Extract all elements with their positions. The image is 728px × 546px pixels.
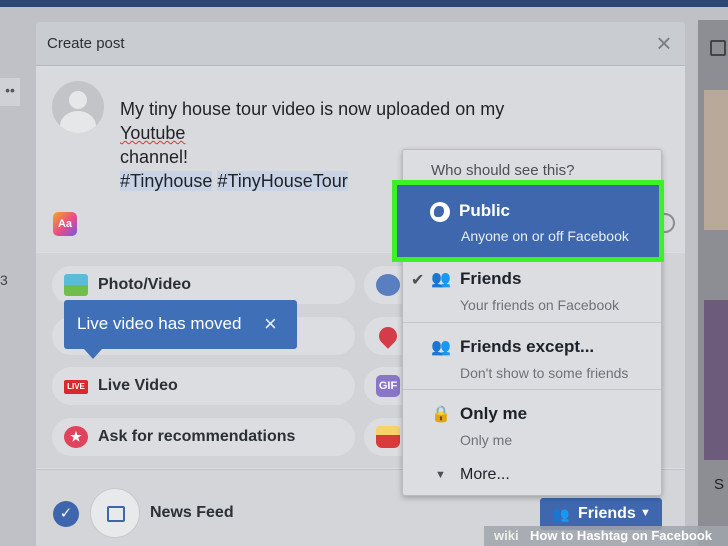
- star-icon: ★: [64, 426, 88, 448]
- tag-friends-icon: [376, 274, 400, 296]
- caret-down-icon: ▼: [435, 469, 446, 481]
- audience-option-friends[interactable]: ✔ 👥 Friends Your friends on Facebook: [403, 254, 661, 322]
- photo-icon: [64, 274, 88, 296]
- facebook-top-bar: [0, 0, 728, 7]
- more-options-button[interactable]: ▼ More...: [403, 456, 661, 496]
- option-name: Public: [459, 201, 511, 220]
- background-photo: [704, 300, 728, 460]
- globe-icon: [430, 202, 450, 222]
- audience-option-friends-except[interactable]: 👥 Friends except... Don't show to some f…: [403, 322, 661, 390]
- live-video-tooltip: Live video has moved ×: [64, 300, 297, 359]
- friends-except-icon: 👥: [431, 339, 451, 356]
- photo-video-button[interactable]: Photo/Video: [52, 266, 355, 304]
- option-description: Your friends on Facebook: [460, 297, 620, 313]
- option-name: Only me: [460, 404, 528, 423]
- caret-down-icon: ▼: [640, 507, 651, 519]
- avatar: [52, 81, 104, 133]
- lock-icon: 🔒: [431, 406, 451, 423]
- photo-video-label: Photo/Video: [98, 276, 192, 293]
- more-label: More...: [460, 466, 510, 483]
- option-description: Don't show to some friends: [460, 365, 629, 381]
- tooltip-arrow: [84, 349, 102, 359]
- misspelled-word: Youtube: [120, 123, 186, 143]
- live-video-button[interactable]: LIVE Live Video: [52, 367, 355, 405]
- option-name: Friends except...: [460, 337, 595, 356]
- option-name: Friends: [460, 269, 522, 288]
- popcorn-icon: [376, 426, 400, 448]
- hashtag: #TinyHouseTour: [217, 171, 348, 191]
- dialog-title: Create post: [47, 35, 125, 52]
- background-right-column: S: [698, 20, 728, 546]
- background-more-icon: ••: [0, 78, 20, 106]
- background-photo: [704, 90, 728, 230]
- gif-icon: GIF: [376, 375, 400, 397]
- post-text-part: My tiny house tour video is now uploaded…: [120, 99, 505, 119]
- dropdown-header: Who should see this?: [431, 162, 575, 179]
- post-text-part: channel!: [120, 147, 189, 167]
- checkmark-icon: ✔: [411, 272, 425, 289]
- live-icon: LIVE: [64, 380, 88, 394]
- watermark-brand: wiki: [494, 528, 519, 543]
- location-pin-icon: [375, 323, 401, 349]
- audience-option-only-me[interactable]: 🔒 Only me Only me: [403, 389, 661, 457]
- news-feed-label: News Feed: [150, 504, 234, 521]
- text-style-icon[interactable]: Aa: [53, 212, 77, 236]
- live-video-label: Live Video: [98, 377, 178, 394]
- option-description: Anyone on or off Facebook: [461, 228, 629, 244]
- audience-label: Friends: [578, 505, 636, 522]
- tooltip-text: Live video has moved: [77, 314, 242, 333]
- close-icon[interactable]: ×: [652, 30, 676, 56]
- ask-recommendations-button[interactable]: ★ Ask for recommendations: [52, 418, 355, 456]
- friends-icon: 👥: [431, 271, 451, 288]
- ask-recommendations-label: Ask for recommendations: [98, 428, 296, 445]
- option-description: Only me: [460, 432, 513, 448]
- watermark-text: How to Hashtag on Facebook: [530, 528, 713, 543]
- background-text: S: [714, 476, 725, 493]
- news-feed-checkbox[interactable]: ✓: [53, 501, 79, 527]
- background-number: 3: [0, 272, 8, 288]
- tooltip-close-icon[interactable]: ×: [264, 312, 277, 336]
- store-icon: [710, 40, 726, 56]
- friends-icon: 👥: [552, 506, 570, 522]
- audience-option-public[interactable]: Public Anyone on or off Facebook: [392, 180, 664, 262]
- hashtag: #Tinyhouse: [120, 171, 213, 191]
- dialog-header: Create post ×: [36, 22, 685, 66]
- watermark: wiki How to Hashtag on Facebook: [484, 526, 728, 546]
- news-feed-icon: [90, 488, 140, 538]
